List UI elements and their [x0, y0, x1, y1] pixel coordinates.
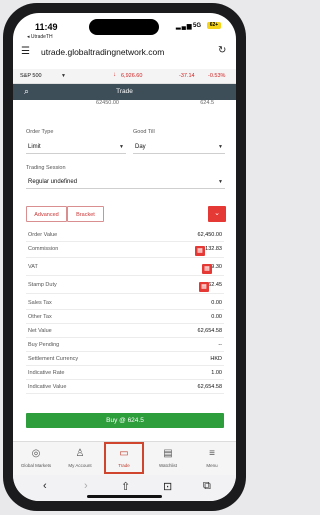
wallet-icon: ▭ [119, 448, 129, 459]
bookmarks-icon[interactable]: ⊡ [163, 480, 172, 493]
indicative-rate-row: Indicative Rate 1.00 [26, 368, 224, 380]
stamp-duty-row: Stamp Duty 62.45 [26, 280, 224, 294]
calculator-icon[interactable]: ▦ [195, 246, 205, 256]
other-tax-label: Other Tax [28, 314, 52, 320]
chevron-down-icon[interactable]: ⌄ [208, 206, 226, 222]
back-icon[interactable]: ‹ [43, 480, 47, 492]
buy-pending-label: Buy Pending [28, 342, 60, 348]
trading-session-value: Regular undefined [28, 179, 78, 185]
ticker-name: S&P 500 [20, 73, 42, 79]
tab-menu[interactable]: ≡ Menu [192, 444, 232, 474]
indicative-rate-value: 1.00 [211, 370, 222, 376]
tab-label: Menu [206, 463, 218, 468]
reload-icon[interactable]: ↻ [218, 45, 226, 56]
person-icon: ♙ [75, 448, 85, 459]
settlement-currency-label: Settlement Currency [28, 356, 79, 362]
sales-tax-label: Sales Tax [28, 300, 52, 306]
vat-label: VAT [28, 264, 38, 270]
chevron-down-icon: ▼ [119, 144, 124, 150]
price-quantity-row: 62450.00 624.5 [13, 100, 236, 108]
globe-icon: ◎ [31, 448, 41, 459]
buy-button[interactable]: Buy @ 624.5 [26, 413, 224, 428]
share-icon[interactable]: ⇧ [121, 480, 130, 493]
advanced-button[interactable]: Advanced [26, 206, 67, 222]
indicative-value-row: Indicative Value 62,654.58 [26, 382, 224, 394]
order-type-select[interactable]: Limit ▼ [26, 141, 126, 154]
prev-left-value[interactable]: 62450.00 [83, 100, 119, 106]
order-type-label: Order Type [26, 129, 54, 135]
page-settings-icon[interactable]: ☰ [21, 46, 31, 58]
hamburger-icon: ≡ [209, 448, 215, 459]
down-arrow-icon: ↓ [113, 72, 116, 78]
other-tax-row: Other Tax 0.00 [26, 312, 224, 324]
sales-tax-value: 0.00 [211, 300, 222, 306]
tab-trade[interactable]: ▭ Trade [104, 442, 144, 474]
order-type-value: Limit [28, 144, 41, 150]
good-till-label: Good Till [133, 129, 155, 135]
tab-label: Global Markets [20, 463, 52, 468]
trading-session-label: Trading Session [26, 165, 66, 171]
commission-label: Commission [28, 246, 59, 252]
ticker-price: 6,926.60 [121, 73, 143, 79]
indicative-value-label: Indicative Value [28, 384, 67, 390]
indicative-rate-label: Indicative Rate [28, 370, 65, 376]
order-value-row: Order Value 62,450.00 [26, 230, 224, 242]
url-text[interactable]: utrade.globaltradingnetwork.com [41, 47, 164, 57]
good-till-select[interactable]: Day ▼ [133, 141, 225, 154]
net-value-label: Net Value [28, 328, 52, 334]
buy-pending-row: Buy Pending -- [26, 340, 224, 352]
stamp-duty-label: Stamp Duty [28, 282, 57, 288]
commission-value: 132.83 [205, 246, 222, 252]
order-value-label: Order Value [28, 232, 58, 238]
page-title: Trade [116, 88, 133, 95]
trading-session-select[interactable]: Regular undefined ▼ [26, 176, 225, 189]
net-value-value: 62,654.58 [197, 328, 222, 334]
net-value-row: Net Value 62,654.58 [26, 326, 224, 338]
signal-icon: ▂▄▆ [176, 24, 193, 30]
network-label: 5G [193, 23, 202, 29]
index-ticker[interactable]: S&P 500 ▼ ↓ 6,926.60 -37.14 -0.53% [13, 69, 236, 84]
bottom-tab-bar: ◎ Global Markets ♙ My Account ▭ Trade ▤ … [13, 441, 236, 476]
calculator-icon[interactable]: ▦ [202, 264, 212, 274]
sales-tax-row: Sales Tax 0.00 [26, 298, 224, 310]
address-bar[interactable]: ☰ utrade.globaltradingnetwork.com ↻ [13, 39, 236, 65]
tab-label: Trade [118, 463, 130, 468]
tab-watchlist[interactable]: ▤ Watchlist [148, 444, 188, 474]
page-header: ⌕ Trade [13, 84, 236, 100]
phone-frame: 11:49 ◂ UtradeTH ▂▄▆ 5G 62+ ☰ utrade.glo… [3, 3, 246, 511]
ticker-change-pct: -0.53% [208, 73, 226, 79]
vat-row: VAT 9.30 [26, 262, 224, 276]
tab-label: Watchlist [158, 463, 178, 468]
good-till-value: Day [135, 144, 146, 150]
screen: 11:49 ◂ UtradeTH ▂▄▆ 5G 62+ ☰ utrade.glo… [13, 13, 236, 501]
tab-global-markets[interactable]: ◎ Global Markets [16, 444, 56, 474]
tabs-icon[interactable]: ⧉ [203, 480, 211, 493]
settlement-currency-value: HKD [210, 356, 222, 362]
chevron-down-icon[interactable]: ▼ [61, 73, 66, 79]
stamp-duty-value: 62.45 [208, 282, 222, 288]
indicative-value-value: 62,654.58 [197, 384, 222, 390]
vat-value: 9.30 [211, 264, 222, 270]
forward-icon[interactable]: › [84, 480, 88, 492]
other-tax-value: 0.00 [211, 314, 222, 320]
ticker-change: -37.14 [179, 73, 195, 79]
dynamic-island [89, 19, 159, 35]
bracket-button[interactable]: Bracket [67, 206, 104, 222]
home-indicator [87, 495, 162, 498]
chevron-down-icon: ▼ [218, 179, 223, 185]
calculator-icon[interactable]: ▦ [199, 282, 209, 292]
battery-icon: 62+ [207, 22, 221, 29]
table-icon: ▤ [163, 448, 173, 459]
buy-pending-value: -- [218, 342, 222, 348]
tab-my-account[interactable]: ♙ My Account [60, 444, 100, 474]
chevron-down-icon: ▼ [218, 144, 223, 150]
settlement-currency-row: Settlement Currency HKD [26, 354, 224, 366]
order-value-value: 62,450.00 [197, 232, 222, 238]
status-time: 11:49 [35, 22, 58, 32]
prev-right-value[interactable]: 624.5 [178, 100, 214, 106]
tab-label: My Account [68, 463, 92, 468]
